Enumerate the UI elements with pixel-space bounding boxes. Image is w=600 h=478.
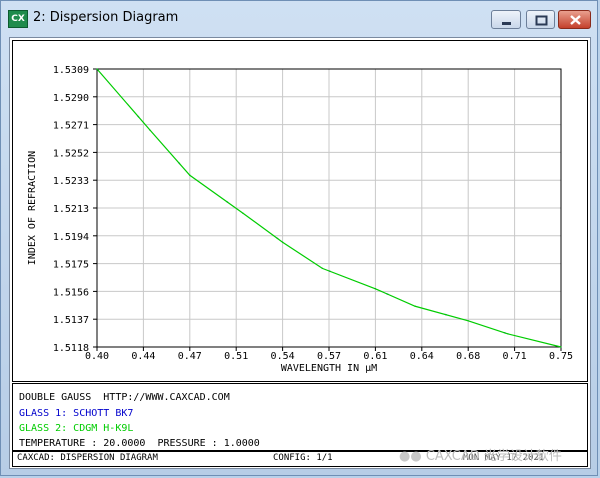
watermark-icon: ●● bbox=[399, 449, 422, 464]
data-point bbox=[374, 288, 376, 290]
x-tick-label: 0.68 bbox=[456, 351, 480, 362]
data-point bbox=[321, 267, 323, 270]
x-tick-label: 0.44 bbox=[131, 351, 155, 362]
y-tick-label: 1.5175 bbox=[53, 260, 89, 271]
x-tick-label: 0.54 bbox=[271, 351, 295, 362]
x-tick-label: 0.51 bbox=[224, 351, 248, 362]
dispersion-chart: 0.40 0.44 0.47 0.51 0.54 0.57 0.61 0.64 0.68 0.71… bbox=[27, 65, 573, 374]
data-point bbox=[96, 68, 98, 70]
watermark-label: CAXCAD 光学设计软件 bbox=[425, 449, 562, 464]
y-tick-label: 1.5309 bbox=[53, 65, 89, 76]
x-tick-label: 0.71 bbox=[503, 351, 527, 362]
y-tick-label: 1.5194 bbox=[53, 232, 89, 243]
x-tick-label: 0.61 bbox=[363, 351, 387, 362]
data-point bbox=[507, 333, 509, 335]
data-point bbox=[149, 129, 151, 131]
data-point bbox=[560, 346, 562, 348]
y-tick-label: 1.5233 bbox=[53, 176, 89, 187]
data-point bbox=[467, 320, 469, 322]
data-point bbox=[242, 212, 244, 214]
data-point bbox=[189, 174, 191, 176]
y-tick-label: 1.5252 bbox=[53, 148, 89, 159]
y-tick-label: 1.5290 bbox=[53, 93, 89, 104]
x-tick-label: 0.57 bbox=[317, 351, 341, 362]
y-tick-label: 1.5118 bbox=[53, 343, 89, 354]
x-axis-label: WAVELENGTH IN µM bbox=[281, 363, 377, 374]
y-tick-label: 1.5137 bbox=[53, 315, 89, 326]
x-tick-label: 0.47 bbox=[178, 351, 202, 362]
data-point bbox=[414, 305, 416, 307]
y-tick-label: 1.5213 bbox=[53, 204, 89, 215]
x-tick-label: 0.64 bbox=[410, 351, 434, 362]
y-axis-label: INDEX OF REFRACTION bbox=[27, 151, 38, 265]
y-tick-label: 1.5271 bbox=[53, 121, 89, 132]
watermark-text: ●● CAXCAD 光学设计软件 bbox=[399, 445, 562, 464]
y-tick-label: 1.5156 bbox=[53, 287, 89, 298]
dispersion-window: CX 2: Dispersion Diagram DOUBLE GAUSS HT… bbox=[0, 0, 598, 476]
data-point bbox=[282, 241, 284, 243]
x-tick-label: 0.75 bbox=[549, 351, 573, 362]
